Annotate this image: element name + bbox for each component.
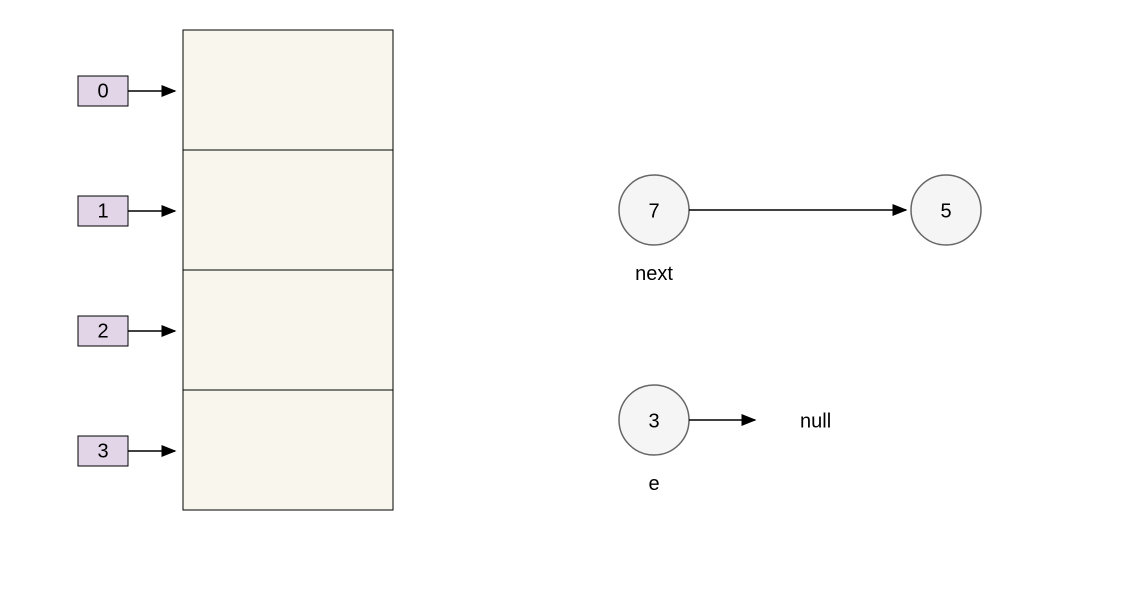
index-column: 0 1 2 3 [78, 76, 128, 466]
index-label-2: 2 [97, 320, 108, 342]
linked-list-top: 7 5 next [619, 175, 981, 285]
slot-3 [183, 390, 393, 510]
linked-list-bottom: 3 null e [619, 385, 831, 495]
slot-column [183, 30, 393, 510]
next-label: next [635, 263, 673, 285]
node-5-label: 5 [940, 200, 951, 222]
slot-2 [183, 270, 393, 390]
node-7-label: 7 [648, 200, 659, 222]
node-3-label: 3 [648, 410, 659, 432]
slot-1 [183, 150, 393, 270]
slot-0 [183, 30, 393, 150]
e-label: e [648, 473, 659, 495]
index-arrows [128, 91, 175, 451]
index-label-3: 3 [97, 440, 108, 462]
hashmap-diagram: 0 1 2 3 7 5 next 3 null e [0, 0, 1126, 594]
null-label: null [800, 410, 831, 432]
index-label-1: 1 [97, 200, 108, 222]
index-label-0: 0 [97, 80, 108, 102]
